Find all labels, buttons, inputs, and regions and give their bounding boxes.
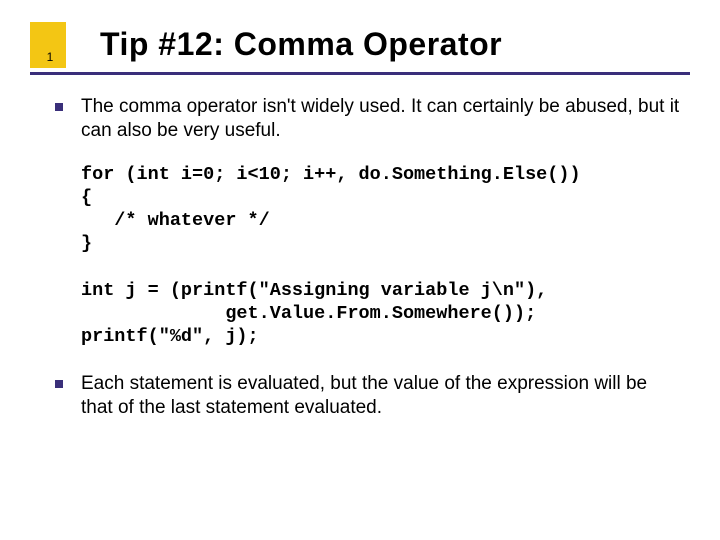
slide-content: The comma operator isn't widely used. It… (55, 95, 680, 440)
page-number: 1 (42, 50, 58, 64)
code-block-2: int j = (printf("Assigning variable j\n"… (81, 279, 680, 348)
bullet-marker-icon (55, 380, 63, 388)
slide: 1 Tip #12: Comma Operator The comma oper… (0, 0, 720, 540)
slide-title: Tip #12: Comma Operator (100, 26, 502, 63)
bullet-item: Each statement is evaluated, but the val… (55, 372, 680, 420)
code-block-1: for (int i=0; i<10; i++, do.Something.El… (81, 163, 680, 256)
bullet-text: Each statement is evaluated, but the val… (81, 372, 680, 420)
bullet-text: The comma operator isn't widely used. It… (81, 95, 680, 143)
title-underline (30, 72, 690, 75)
bullet-item: The comma operator isn't widely used. It… (55, 95, 680, 143)
bullet-marker-icon (55, 103, 63, 111)
